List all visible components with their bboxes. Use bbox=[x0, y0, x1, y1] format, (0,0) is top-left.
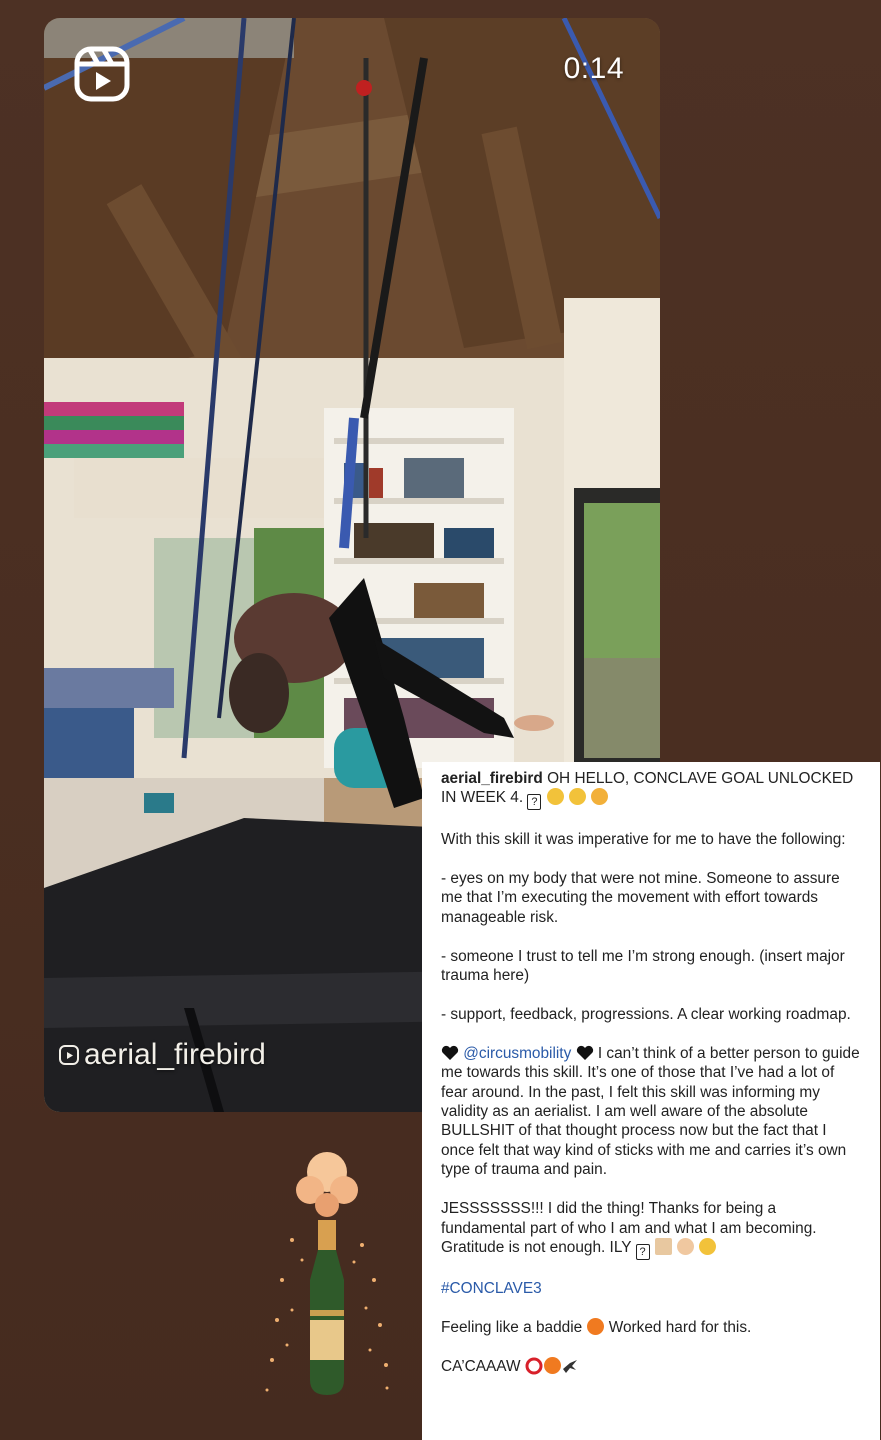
crying-emoji-icon bbox=[546, 788, 564, 806]
hashtag-link[interactable]: #CONCLAVE3 bbox=[441, 1280, 542, 1297]
yellow-heart-icon bbox=[699, 1237, 717, 1255]
caption-feeling: Feeling like a baddie Worked hard for th… bbox=[441, 1318, 862, 1337]
caption-para-3: - someone I trust to tell me I’m strong … bbox=[441, 947, 845, 984]
fire-emoji-icon bbox=[587, 1318, 605, 1336]
caption-para-4: - support, feedback, progressions. A cle… bbox=[441, 1005, 851, 1023]
closing-text: CA’CAAAW bbox=[441, 1358, 525, 1376]
mention-link[interactable]: @circusmobility bbox=[463, 1045, 571, 1062]
caption-username[interactable]: aerial_firebird bbox=[441, 770, 543, 787]
grinning-emoji-icon bbox=[568, 788, 586, 806]
reels-mini-icon bbox=[59, 1045, 79, 1065]
para6-text: JESSSSSSS!!! I did the thing! Thanks for… bbox=[441, 1200, 817, 1256]
feeling-text-b: Worked hard for this. bbox=[604, 1319, 752, 1337]
caption-hashtag: #CONCLAVE3 bbox=[441, 1279, 862, 1298]
watermark-username: aerial_firebird bbox=[58, 1038, 266, 1072]
reel-caption-card: aerial_firebird OH HELLO, CONCLAVE GOAL … bbox=[422, 762, 880, 1440]
caption-para-1: With this skill it was imperative for me… bbox=[441, 830, 846, 848]
caption-closing: CA’CAAAW bbox=[441, 1357, 862, 1376]
video-timer: 0:14 bbox=[563, 52, 624, 85]
caption-para-5: @circusmobility I can’t think of a bette… bbox=[441, 1044, 862, 1180]
caption-headline: aerial_firebird OH HELLO, CONCLAVE GOAL … bbox=[441, 769, 862, 811]
hollow-red-circle-icon bbox=[525, 1357, 543, 1375]
unknown-glyph-icon: ? bbox=[527, 794, 542, 811]
skin-tone-swatch-icon bbox=[654, 1237, 672, 1255]
eagle-icon bbox=[562, 1360, 577, 1374]
champagne-sticker bbox=[265, 1152, 389, 1395]
fire-emoji-icon bbox=[543, 1357, 561, 1375]
watermark-text: aerial_firebird bbox=[84, 1038, 266, 1071]
tongue-emoji-icon bbox=[591, 788, 609, 806]
unknown-glyph-icon: ? bbox=[635, 1243, 650, 1260]
caption-para-2: - eyes on my body that were not mine. So… bbox=[441, 869, 840, 926]
reels-icon bbox=[74, 46, 130, 102]
black-heart-icon bbox=[441, 1045, 459, 1060]
caption-para-6: JESSSSSSS!!! I did the thing! Thanks for… bbox=[441, 1199, 862, 1260]
love-you-hand-icon bbox=[677, 1237, 695, 1255]
feeling-text-a: Feeling like a baddie bbox=[441, 1319, 587, 1337]
black-heart-icon bbox=[576, 1045, 593, 1060]
para5-text: I can’t think of a better person to guid… bbox=[441, 1044, 860, 1179]
